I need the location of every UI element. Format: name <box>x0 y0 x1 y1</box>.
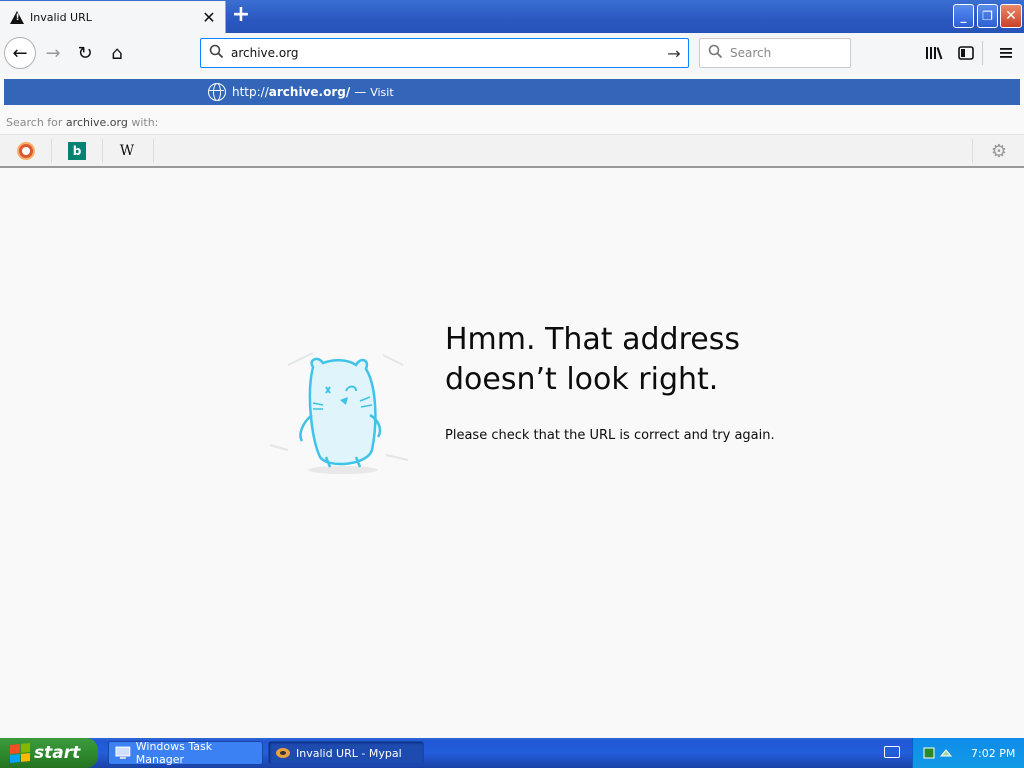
duckduckgo-icon[interactable] <box>17 142 35 160</box>
forward-button[interactable]: → <box>38 38 68 68</box>
search-for-label: Search for archive.org with: <box>6 116 159 129</box>
search-box[interactable]: Search <box>699 38 851 68</box>
engine-separator <box>972 139 973 163</box>
minimize-button[interactable]: _ <box>953 4 974 28</box>
tab-invalid-url[interactable]: ! Invalid URL ✕ <box>0 1 226 33</box>
url-suggestion-row[interactable]: http://archive.org/ — Visit <box>4 79 1020 105</box>
hamburger-icon <box>1000 48 1012 58</box>
window-close-button[interactable]: ✕ <box>1000 4 1022 28</box>
tab-title: Invalid URL <box>30 10 92 24</box>
clock[interactable]: 7:02 PM <box>971 747 1015 760</box>
start-button[interactable]: start <box>0 738 98 768</box>
windows-taskbar: start Windows Task Manager Invalid URL -… <box>0 738 1024 768</box>
taskbar-item-task-manager[interactable]: Windows Task Manager <box>108 740 263 766</box>
safely-remove-hardware-icon[interactable] <box>940 747 952 759</box>
library-button[interactable] <box>920 39 948 67</box>
toolbar-separator <box>982 41 983 65</box>
tab-strip: ! Invalid URL ✕ + _ ❐ ✕ <box>0 0 1024 33</box>
suggestion-dash: — <box>354 85 367 99</box>
error-page: Hmm. That address doesn’t look right. Pl… <box>0 170 1024 738</box>
warning-icon: ! <box>10 10 24 24</box>
wikipedia-icon[interactable]: W <box>118 142 136 160</box>
taskbar-item-mypal[interactable]: Invalid URL - Mypal <box>268 741 424 765</box>
error-heading: Hmm. That address doesn’t look right. <box>445 322 740 397</box>
home-button[interactable]: ⌂ <box>102 38 132 68</box>
network-icon[interactable] <box>923 747 935 759</box>
go-arrow-icon[interactable]: → <box>660 44 688 63</box>
windows-logo-icon <box>10 742 30 764</box>
sidebar-button[interactable] <box>952 39 980 67</box>
globe-icon <box>208 83 226 101</box>
bing-icon[interactable]: b <box>68 142 86 160</box>
search-icon <box>201 44 231 63</box>
error-message: Please check that the URL is correct and… <box>445 428 775 443</box>
engine-separator <box>153 139 154 163</box>
tab-close-icon[interactable]: ✕ <box>201 8 217 27</box>
navigation-toolbar: ← → ↻ ⌂ archive.org → Search <box>0 33 1024 74</box>
maximize-button[interactable]: ❐ <box>977 4 998 28</box>
search-settings-gear-icon[interactable]: ⚙ <box>988 140 1010 162</box>
library-icon <box>926 47 943 60</box>
search-engine-bar: b W ⚙ <box>0 134 1024 168</box>
search-placeholder[interactable]: Search <box>730 46 771 60</box>
system-tray: 7:02 PM <box>912 738 1024 768</box>
monitor-icon <box>115 746 131 759</box>
reload-button[interactable]: ↻ <box>70 38 100 68</box>
engine-separator <box>102 139 103 163</box>
suggestion-action: Visit <box>370 85 394 99</box>
sidebar-icon <box>958 46 974 60</box>
mypal-icon <box>276 748 290 758</box>
menu-button[interactable] <box>992 39 1020 67</box>
url-bar[interactable]: archive.org → <box>200 38 689 68</box>
url-input[interactable]: archive.org <box>231 46 660 60</box>
error-creature-illustration <box>269 352 408 474</box>
back-button[interactable]: ← <box>4 37 36 69</box>
new-tab-button[interactable]: + <box>230 4 252 27</box>
engine-separator <box>51 139 52 163</box>
keyboard-layout-icon[interactable] <box>884 746 900 758</box>
suggestion-url: http://archive.org/ <box>232 85 351 99</box>
search-icon <box>700 44 730 63</box>
